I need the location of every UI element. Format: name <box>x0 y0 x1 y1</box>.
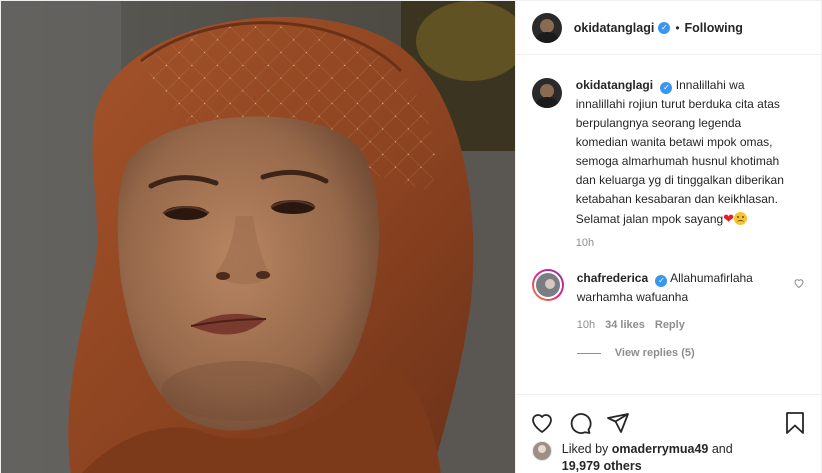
action-icons <box>516 395 821 441</box>
caption: okidatanglagi ✓ Innalillahi wa innalilla… <box>531 76 805 229</box>
post-photo-image <box>1 1 515 473</box>
liked-by: Liked by omaderrymua49 and 19,979 others <box>516 441 821 473</box>
following-button[interactable]: Following <box>685 21 743 35</box>
caption-text: Innalillahi wa innalillahi rojiun turut … <box>575 78 784 226</box>
author-username[interactable]: okidatanglagi <box>574 21 655 35</box>
header-separator: • <box>675 20 680 35</box>
view-replies-label: View replies (5) <box>614 347 695 359</box>
verified-icon: ✓ <box>658 21 671 34</box>
post-header: okidatanglagi ✓ • Following <box>515 1 821 55</box>
reply-button[interactable]: Reply <box>655 319 685 331</box>
liked-by-avatar[interactable] <box>531 441 552 461</box>
comment-time[interactable]: 10h <box>577 319 595 331</box>
instagram-post: okidatanglagi ✓ • Following okidatanglag… <box>0 0 822 473</box>
sad-face-emoji-icon <box>734 212 748 225</box>
commenter-avatar[interactable] <box>531 269 564 301</box>
comment-like-heart-icon[interactable] <box>793 277 805 289</box>
verified-icon: ✓ <box>660 82 673 94</box>
comment-icon[interactable] <box>568 411 592 435</box>
caption-username[interactable]: okidatanglagi <box>576 78 653 92</box>
view-replies-line <box>576 352 601 354</box>
heart-emoji-icon: ❤ <box>723 211 735 226</box>
comment-item: chafrederica ✓ Allahumafirlaha warhamha … <box>531 269 805 307</box>
caption-body: okidatanglagi ✓ Innalillahi wa innalilla… <box>576 76 792 229</box>
likes-count[interactable]: 19,979 others <box>562 459 642 473</box>
liked-by-username[interactable]: omaderrymua49 <box>612 442 709 456</box>
comments-section: okidatanglagi ✓ Innalillahi wa innalilla… <box>531 76 805 359</box>
liked-by-conjunction: and <box>711 442 733 456</box>
author-avatar[interactable] <box>531 12 562 43</box>
bookmark-icon[interactable] <box>783 411 807 435</box>
verified-icon: ✓ <box>655 275 668 287</box>
post-sidebar: okidatanglagi ✓ • Following okidatanglag… <box>514 1 821 473</box>
comment-meta: 10h 34 likes Reply <box>577 319 805 331</box>
actions-bar: Liked by omaderrymua49 and 19,979 others <box>515 394 821 473</box>
post-photo[interactable] <box>1 1 515 473</box>
caption-avatar[interactable] <box>531 78 562 108</box>
share-icon[interactable] <box>606 411 630 435</box>
caption-time[interactable]: 10h <box>576 237 805 249</box>
view-replies-button[interactable]: View replies (5) <box>576 347 805 359</box>
liked-by-text: Liked by omaderrymua49 and 19,979 others <box>562 441 733 473</box>
liked-by-prefix: Liked by <box>561 442 609 456</box>
comment-likes[interactable]: 34 likes <box>605 319 645 331</box>
comment-body: chafrederica ✓ Allahumafirlaha warhamha … <box>577 269 777 307</box>
commenter-username[interactable]: chafrederica <box>577 271 648 285</box>
heart-icon[interactable] <box>530 411 554 435</box>
